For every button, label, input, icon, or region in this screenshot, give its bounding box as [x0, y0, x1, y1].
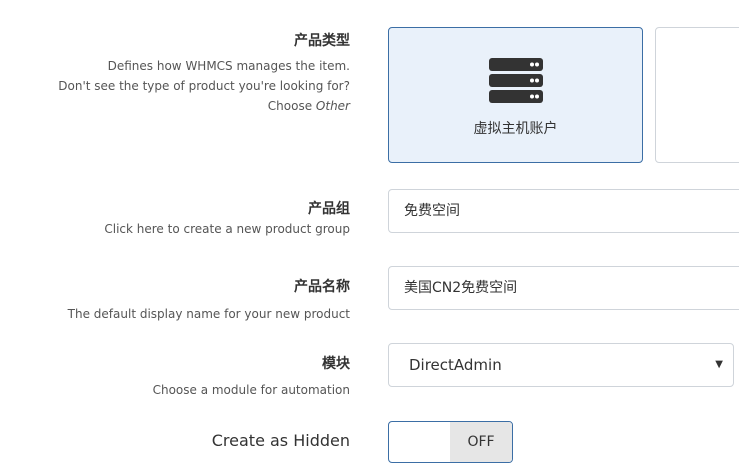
product-name-title: 产品名称	[294, 279, 350, 295]
product-type-help-3-prefix: Choose	[267, 99, 316, 113]
hosting-card-label: 虚拟主机账户	[473, 121, 558, 137]
other-link[interactable]: Other	[316, 99, 350, 113]
product-type-help-3: Choose Other	[58, 96, 350, 116]
create-hidden-label-block: Create as Hidden	[212, 432, 350, 450]
module-select[interactable]: DirectAdmin ▼	[388, 343, 734, 387]
product-group-title: 产品组	[308, 201, 350, 217]
product-name-label-block: 产品名称 The default display name for your n…	[68, 278, 350, 324]
product-type-other-card[interactable]	[655, 27, 739, 163]
product-name-help: The default display name for your new pr…	[67, 307, 350, 321]
module-label-block: 模块 Choose a module for automation	[153, 355, 350, 400]
create-hidden-title: Create as Hidden	[211, 431, 350, 450]
toggle-off-label: OFF	[450, 422, 512, 462]
module-help: Choose a module for automation	[152, 383, 350, 397]
product-type-label-block: 产品类型 Defines how WHMCS manages the item.…	[58, 32, 350, 116]
product-type-help-2: Don't see the type of product you're loo…	[58, 79, 350, 93]
product-type-hosting-card[interactable]: 虚拟主机账户	[388, 27, 643, 163]
server-icon	[489, 58, 543, 103]
product-name-input[interactable]: 美国CN2免费空间	[388, 266, 739, 310]
module-title: 模块	[322, 356, 350, 372]
product-group-help-link[interactable]: Click here to create a new product group	[104, 219, 350, 239]
product-type-help-1: Defines how WHMCS manages the item.	[107, 59, 350, 73]
module-selected-value: DirectAdmin	[409, 356, 502, 374]
product-type-title: 产品类型	[294, 33, 350, 49]
create-hidden-toggle[interactable]: OFF	[388, 421, 513, 463]
product-group-label-block: 产品组 Click here to create a new product g…	[104, 200, 350, 239]
dropdown-caret-icon: ▼	[715, 359, 723, 370]
product-group-select[interactable]: 免费空间	[388, 189, 739, 233]
